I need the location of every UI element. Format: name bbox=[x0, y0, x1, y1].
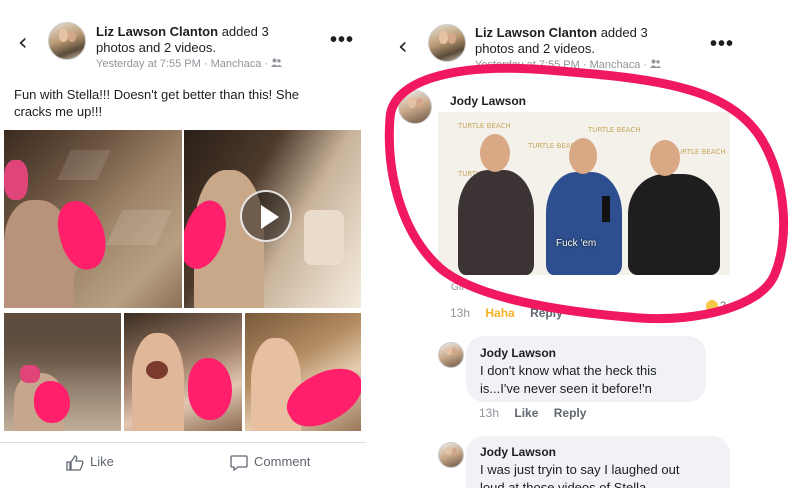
like-button[interactable]: Like bbox=[514, 406, 538, 420]
comment-age[interactable]: 13h bbox=[450, 306, 470, 320]
gif-subtitle: Fuck 'em bbox=[556, 238, 597, 249]
person-middle bbox=[546, 172, 622, 275]
reply-button[interactable]: Reply bbox=[554, 406, 587, 420]
reply-button[interactable]: Reply bbox=[530, 306, 563, 320]
location[interactable]: Manchaca bbox=[590, 59, 641, 71]
action-text-continued: photos and 2 videos. bbox=[475, 41, 595, 56]
post-meta: Yesterday at 7:55 PM · Manchaca · bbox=[475, 58, 662, 72]
comment-age[interactable]: 13h bbox=[479, 406, 499, 420]
laughing-emoji-icon bbox=[706, 300, 718, 313]
friends-icon bbox=[271, 58, 283, 67]
commenter-avatar[interactable] bbox=[438, 442, 464, 468]
more-options-icon[interactable]: ••• bbox=[710, 34, 734, 54]
timestamp[interactable]: Yesterday at 7:55 PM bbox=[475, 59, 580, 71]
haha-reaction[interactable]: Haha bbox=[485, 306, 514, 320]
more-options-icon[interactable]: ••• bbox=[330, 30, 354, 50]
person-left bbox=[458, 170, 534, 275]
wall-logo: TURTLE BEACH bbox=[588, 126, 641, 134]
post-meta: Yesterday at 7:55 PM · Manchaca · bbox=[96, 57, 283, 71]
commenter-name[interactable]: Jody Lawson bbox=[450, 94, 526, 108]
photo-4[interactable] bbox=[124, 313, 242, 431]
post-header: Liz Lawson Clanton added 3 bbox=[96, 24, 296, 40]
like-label: Like bbox=[90, 454, 114, 469]
comment-meta: 13h Like Reply bbox=[479, 406, 586, 420]
reaction-count-value: 2 bbox=[720, 300, 727, 312]
comment-bubble: Jody Lawson I was just tryin to say I la… bbox=[466, 436, 730, 488]
caption-line: cracks me up!!! bbox=[14, 104, 103, 119]
comment-text: I don't know what the heck this bbox=[480, 363, 657, 378]
action-text: added 3 bbox=[600, 25, 648, 40]
author-name[interactable]: Liz Lawson Clanton bbox=[475, 25, 597, 40]
like-button[interactable]: Like bbox=[66, 454, 114, 471]
play-icon[interactable] bbox=[240, 190, 292, 242]
comment-text: I was just tryin to say I laughed out bbox=[480, 462, 680, 477]
author-name[interactable]: Liz Lawson Clanton bbox=[96, 24, 218, 39]
comment-label: Comment bbox=[254, 454, 311, 469]
reaction-count[interactable]: 2 bbox=[706, 300, 727, 313]
comment-meta: 13h Haha Reply bbox=[450, 306, 563, 320]
avatar[interactable] bbox=[428, 24, 466, 62]
commenter-name[interactable]: Jody Lawson bbox=[480, 346, 556, 360]
comment-text: is...I've never seen it before!'n bbox=[480, 381, 652, 396]
thumbs-up-icon bbox=[66, 454, 84, 471]
gif-attachment[interactable]: TURTLE BEACH TURTLE BEACH TURTLE BEACH T… bbox=[438, 112, 730, 275]
timestamp[interactable]: Yesterday at 7:55 PM bbox=[96, 58, 201, 70]
caption-line: Fun with Stella!!! Doesn't get better th… bbox=[14, 87, 300, 102]
post-header: Liz Lawson Clanton added 3 bbox=[475, 25, 675, 41]
wall-logo: TURTLE BEACH bbox=[673, 148, 726, 156]
action-text-continued: photos and 2 videos. bbox=[96, 40, 216, 55]
chevron-left-icon[interactable]: ‹ bbox=[398, 34, 408, 58]
comment-text: loud at those videos of Stella bbox=[480, 480, 647, 488]
person-right bbox=[628, 174, 720, 275]
gif-label: GIF bbox=[451, 282, 468, 293]
photo-5[interactable] bbox=[245, 313, 361, 431]
comment-icon bbox=[230, 454, 248, 471]
post-caption: Fun with Stella!!! Doesn't get better th… bbox=[14, 86, 344, 120]
comment-bubble: Jody Lawson I don't know what the heck t… bbox=[466, 336, 706, 402]
wall-logo: TURTLE BEACH bbox=[458, 122, 511, 130]
comment-button[interactable]: Comment bbox=[230, 454, 310, 471]
action-text: added 3 bbox=[221, 24, 269, 39]
commenter-avatar[interactable] bbox=[438, 342, 464, 368]
commenter-avatar[interactable] bbox=[398, 90, 432, 124]
photo-3[interactable] bbox=[4, 313, 121, 431]
location[interactable]: Manchaca bbox=[211, 58, 262, 70]
friends-icon bbox=[650, 59, 662, 68]
commenter-name[interactable]: Jody Lawson bbox=[480, 445, 556, 459]
avatar[interactable] bbox=[48, 22, 86, 60]
photo-1[interactable] bbox=[4, 130, 182, 308]
chevron-left-icon[interactable]: ‹ bbox=[18, 30, 28, 54]
divider bbox=[0, 442, 366, 443]
